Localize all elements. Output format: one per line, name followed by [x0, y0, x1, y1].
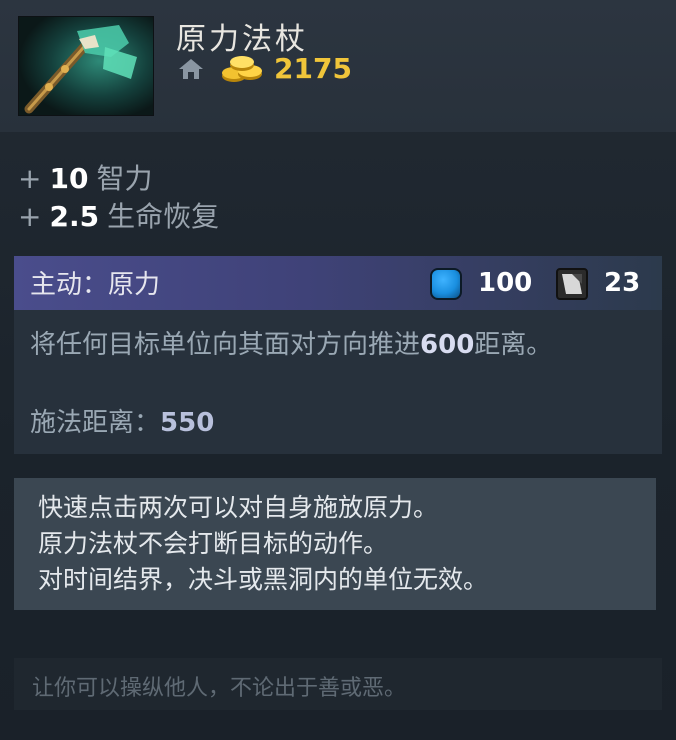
cooldown-icon [556, 268, 588, 300]
cast-range: 施法距离：550 [30, 402, 214, 439]
stat-label: 智力 [96, 162, 153, 195]
mana-icon [430, 268, 462, 300]
stat-value: 10 [49, 162, 89, 195]
desc-text-end: 距离。 [474, 330, 553, 360]
gold-coins-icon [220, 54, 266, 84]
cast-range-label: 施法距离： [30, 408, 161, 438]
home-shop-icon [178, 56, 204, 82]
stat-intelligence: +10 智力 [18, 160, 219, 198]
stat-value: 2.5 [49, 200, 100, 233]
ability-description: 将任何目标单位向其面对方向推进600距离。 [30, 324, 552, 361]
ability-title: 主动：原力 [30, 270, 161, 300]
note-line: 原力法杖不会打断目标的动作。 [38, 529, 389, 558]
stat-plus: + [18, 162, 42, 195]
item-stats: +10 智力 +2.5 生命恢复 [18, 160, 219, 236]
note-line: 对时间结界，决斗或黑洞内的单位无效。 [38, 565, 489, 594]
stat-hp-regen: +2.5 生命恢复 [18, 198, 219, 236]
item-lore: 让你可以操纵他人，不论出于善或恶。 [14, 658, 662, 710]
stat-label: 生命恢复 [107, 200, 220, 233]
tooltip-header: 原力法杖 2175 [0, 0, 676, 132]
item-tooltip: 原力法杖 2175 +10 智力 +2.5 生命恢复 主动：原力 100 23 … [0, 0, 676, 740]
desc-text: 将任何目标单位向其面对方向推进 [30, 330, 421, 360]
item-cost: 2175 [274, 52, 352, 85]
note-line: 快速点击两次可以对自身施放原力。 [38, 493, 439, 522]
stat-plus: + [18, 200, 42, 233]
desc-distance: 600 [420, 330, 475, 360]
mana-cost: 100 [478, 268, 533, 298]
ability-notes: 快速点击两次可以对自身施放原力。 原力法杖不会打断目标的动作。 对时间结界，决斗… [14, 478, 656, 610]
cooldown-value: 23 [604, 268, 641, 298]
ability-header: 主动：原力 100 23 [14, 256, 662, 310]
active-ability: 主动：原力 100 23 将任何目标单位向其面对方向推进600距离。 施法距离：… [14, 256, 662, 454]
force-staff-icon [18, 16, 154, 116]
lore-text: 让你可以操纵他人，不论出于善或恶。 [32, 676, 407, 701]
cast-range-value: 550 [160, 408, 215, 438]
